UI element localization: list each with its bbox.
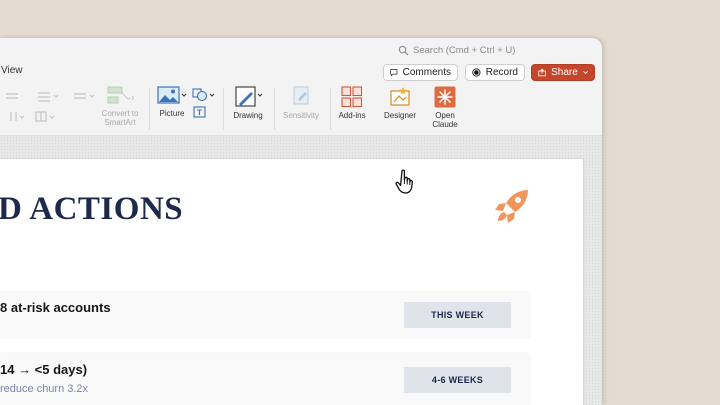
slide-title[interactable]: D ACTIONS	[0, 191, 183, 228]
ribbon-separator	[223, 88, 224, 130]
sensitivity-button[interactable]: Sensitivity	[280, 86, 322, 120]
open-claude-label: Open Claude	[432, 111, 458, 129]
timeline-badge: THIS WEEK	[404, 302, 511, 328]
action-row[interactable]: 8 at-risk accounts THIS WEEK	[0, 292, 530, 338]
comment-icon	[390, 69, 398, 77]
add-ins-button[interactable]: Add-ins	[336, 86, 368, 120]
action-text: 8 at-risk accounts	[0, 300, 111, 315]
designer-button[interactable]: Designer	[382, 86, 418, 120]
action-text: 14 → <5 days)	[0, 362, 88, 377]
smartart-icon	[107, 86, 134, 104]
search-icon	[398, 45, 409, 56]
search-placeholder: Search (Cmd + Ctrl + U)	[413, 44, 516, 56]
share-button[interactable]: Share	[531, 64, 595, 81]
record-button[interactable]: Record	[465, 64, 525, 81]
picture-label: Picture	[159, 109, 185, 118]
ribbon-separator	[149, 88, 150, 130]
comments-label: Comments	[402, 67, 451, 78]
record-label: Record	[485, 67, 518, 78]
add-ins-icon	[341, 86, 363, 108]
smartart-label: Convert to SmartArt	[101, 109, 139, 127]
ribbon-separator	[330, 88, 331, 130]
chevron-down-icon	[582, 70, 588, 75]
ribbon: Convert to SmartArt Picture Drawing Sens…	[0, 84, 602, 136]
paragraph-tools-icon[interactable]	[2, 90, 98, 124]
timeline-badge: 4-6 WEEKS	[404, 367, 511, 393]
comments-button[interactable]: Comments	[383, 64, 458, 81]
sensitivity-label: Sensitivity	[282, 111, 319, 120]
shapes-icon[interactable]	[192, 88, 218, 102]
search-box[interactable]: Search (Cmd + Ctrl + U)	[398, 43, 515, 57]
hand-pointer-cursor-icon	[395, 169, 413, 194]
claude-icon	[434, 86, 456, 108]
ribbon-separator	[274, 88, 275, 130]
slide[interactable]: D ACTIONS 8 at-risk accounts THIS WEEK 1…	[0, 159, 583, 405]
action-row[interactable]: 14 → <5 days) reduce churn 3.2x 4-6 WEEK…	[0, 353, 530, 405]
tab-view[interactable]: View	[1, 65, 23, 76]
rocket-icon	[495, 190, 528, 223]
drawing-icon	[235, 86, 263, 107]
picture-icon	[157, 86, 187, 104]
designer-label: Designer	[383, 111, 416, 120]
drawing-button[interactable]: Drawing	[230, 86, 266, 120]
share-label: Share	[551, 67, 578, 78]
add-ins-label: Add-ins	[338, 111, 366, 120]
sensitivity-icon	[293, 86, 309, 105]
open-claude-button[interactable]: Open Claude	[428, 86, 462, 129]
share-icon	[538, 68, 546, 77]
action-subtext: reduce churn 3.2x	[0, 383, 89, 395]
picture-button[interactable]: Picture	[155, 86, 189, 118]
textbox-icon[interactable]	[193, 106, 207, 118]
record-icon	[472, 68, 481, 77]
title-bar: Search (Cmd + Ctrl + U)	[0, 38, 602, 60]
drawing-label: Drawing	[233, 111, 263, 120]
designer-icon	[390, 87, 410, 106]
convert-to-smartart-button[interactable]: Convert to SmartArt	[97, 86, 143, 127]
